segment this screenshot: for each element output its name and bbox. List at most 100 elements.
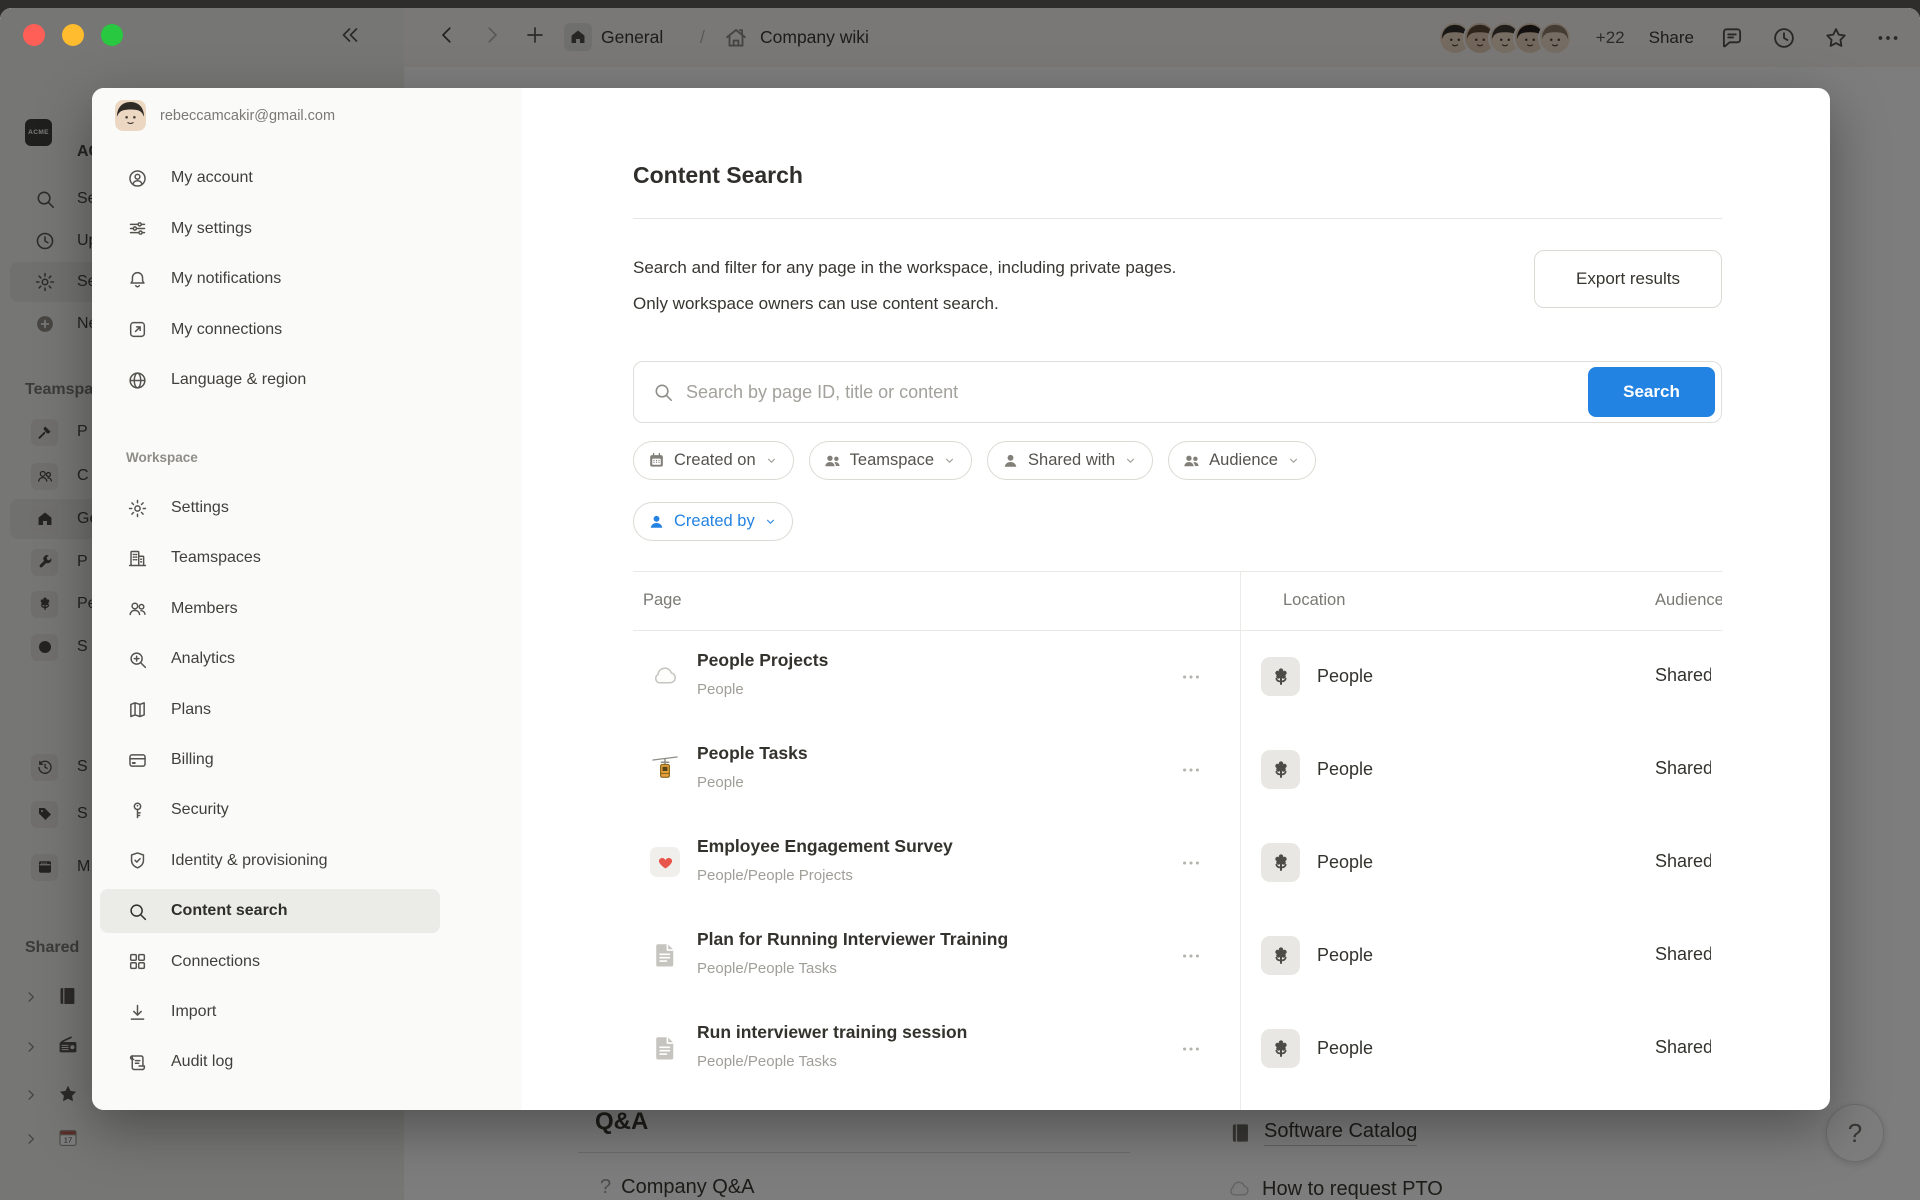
settings-nav-my-connections[interactable]: My connections bbox=[100, 308, 440, 352]
settings-nav-identity-provisioning[interactable]: Identity & provisioning bbox=[100, 839, 440, 883]
location-name: People bbox=[1317, 1038, 1373, 1059]
filter-chip-shared-with[interactable]: Shared with bbox=[987, 441, 1153, 480]
page-title[interactable]: Run interviewer training session bbox=[697, 1022, 967, 1043]
location-cell: People bbox=[1261, 936, 1373, 975]
flower-icon bbox=[1261, 936, 1300, 975]
card-icon bbox=[126, 749, 148, 771]
search-button[interactable]: Search bbox=[1588, 367, 1715, 417]
location-cell: People bbox=[1261, 1029, 1373, 1068]
chevron-down-icon bbox=[763, 514, 778, 529]
location-name: People bbox=[1317, 945, 1373, 966]
results-table: Page Location Audience People ProjectsPe… bbox=[633, 571, 1722, 1110]
row-more-options-icon[interactable] bbox=[1178, 850, 1204, 876]
settings-nav-teamspaces[interactable]: Teamspaces bbox=[100, 536, 440, 580]
search-icon bbox=[652, 381, 674, 403]
chevron-down-icon bbox=[1286, 453, 1301, 468]
calendar-fill-icon bbox=[647, 451, 666, 470]
export-results-button[interactable]: Export results bbox=[1534, 250, 1722, 308]
location-name: People bbox=[1317, 666, 1373, 687]
filter-chip-created-on[interactable]: Created on bbox=[633, 441, 794, 480]
table-row-people-projects[interactable]: People Projects People People Shared bbox=[633, 630, 1722, 723]
close-window-button[interactable] bbox=[23, 24, 45, 46]
page-icon bbox=[650, 1033, 680, 1063]
page-title[interactable]: People Tasks bbox=[697, 743, 808, 764]
external-icon bbox=[126, 319, 148, 341]
building-icon bbox=[126, 547, 148, 569]
page-title[interactable]: Plan for Running Interviewer Training bbox=[697, 929, 1008, 950]
location-name: People bbox=[1317, 852, 1373, 873]
page-path: People bbox=[697, 681, 744, 698]
table-row-plan-for-running-interviewer-training[interactable]: Plan for Running Interviewer Training Peo… bbox=[633, 909, 1722, 1002]
sliders-icon bbox=[126, 218, 148, 240]
search-input[interactable]: Search by page ID, title or content bbox=[686, 382, 1588, 403]
user-fill-icon bbox=[647, 512, 666, 531]
row-more-options-icon[interactable] bbox=[1178, 1036, 1204, 1062]
flower-icon bbox=[1261, 1029, 1300, 1068]
scroll-icon bbox=[126, 1051, 148, 1073]
settings-nav-my-notifications[interactable]: My notifications bbox=[100, 257, 440, 301]
title-divider bbox=[633, 218, 1722, 219]
chevron-down-icon bbox=[1123, 453, 1138, 468]
zoom-window-button[interactable] bbox=[101, 24, 123, 46]
user-fill-icon bbox=[1001, 451, 1020, 470]
location-cell: People bbox=[1261, 843, 1373, 882]
chevron-down-icon bbox=[942, 453, 957, 468]
account-avatar bbox=[115, 100, 146, 131]
panel-title: Content Search bbox=[633, 162, 803, 189]
workspace-section-header: Workspace bbox=[126, 450, 198, 465]
table-row-employee-engagement-survey[interactable]: Employee Engagement SurveyPeople/People … bbox=[633, 816, 1722, 909]
search-icon bbox=[126, 900, 148, 922]
settings-nav-my-settings[interactable]: My settings bbox=[100, 207, 440, 251]
settings-sidebar: rebeccamcakir@gmail.com My account My set… bbox=[92, 88, 522, 1110]
table-row-people-tasks[interactable]: People Tasks People People Shared bbox=[633, 723, 1722, 816]
content-search-bar[interactable]: Search by page ID, title or content Sear… bbox=[633, 361, 1722, 423]
account-email: rebeccamcakir@gmail.com bbox=[160, 108, 335, 124]
filter-chip-teamspace[interactable]: Teamspace bbox=[809, 441, 972, 480]
minimize-window-button[interactable] bbox=[62, 24, 84, 46]
page-title[interactable]: People Projects bbox=[697, 650, 828, 671]
page-path: People/People Tasks bbox=[697, 960, 837, 977]
table-row-run-interviewer-training-session[interactable]: Run interviewer training sessionPeople/P… bbox=[633, 1002, 1722, 1095]
page-icon bbox=[650, 940, 680, 970]
settings-nav-language-region[interactable]: Language & region bbox=[100, 358, 440, 402]
flower-icon bbox=[1261, 843, 1300, 882]
column-header-audience: Audience bbox=[1655, 591, 1722, 610]
chevron-down-icon bbox=[764, 453, 779, 468]
settings-nav-import[interactable]: Import bbox=[100, 990, 440, 1034]
location-cell: People bbox=[1261, 657, 1373, 696]
settings-nav-analytics[interactable]: Analytics bbox=[100, 637, 440, 681]
person-circle-icon bbox=[126, 167, 148, 189]
row-more-options-icon[interactable] bbox=[1178, 664, 1204, 690]
import-icon bbox=[126, 1001, 148, 1023]
shield-check-icon bbox=[126, 850, 148, 872]
settings-nav-audit-log[interactable]: Audit log bbox=[100, 1040, 440, 1084]
filter-chip-created-by[interactable]: Created by bbox=[633, 502, 793, 541]
audience-cell: Shared bbox=[1655, 665, 1711, 686]
audience-cell: Shared bbox=[1655, 758, 1711, 779]
settings-nav-my-account[interactable]: My account bbox=[100, 156, 440, 200]
settings-nav-connections[interactable]: Connections bbox=[100, 940, 440, 984]
settings-nav-security[interactable]: Security bbox=[100, 788, 440, 832]
cloud-icon bbox=[650, 661, 680, 691]
filter-chip-audience[interactable]: Audience bbox=[1168, 441, 1316, 480]
flower-icon bbox=[1261, 750, 1300, 789]
page-title[interactable]: Employee Engagement Survey bbox=[697, 836, 953, 857]
audience-cell: Shared bbox=[1655, 851, 1711, 872]
location-cell: People bbox=[1261, 750, 1373, 789]
settings-nav-content-search[interactable]: Content search bbox=[100, 889, 440, 933]
flower-icon bbox=[1261, 657, 1300, 696]
bell-icon bbox=[126, 268, 148, 290]
settings-nav-settings[interactable]: Settings bbox=[100, 486, 440, 530]
settings-modal: rebeccamcakir@gmail.com My account My set… bbox=[92, 88, 1830, 1110]
audience-cell: Shared bbox=[1655, 944, 1711, 965]
notion-window: General / Company wiki +22 Share ACMEACM… bbox=[0, 8, 1920, 1200]
settings-nav-plans[interactable]: Plans bbox=[100, 688, 440, 732]
users-icon bbox=[126, 598, 148, 620]
row-more-options-icon[interactable] bbox=[1178, 757, 1204, 783]
page-path: People bbox=[697, 774, 744, 791]
settings-nav-members[interactable]: Members bbox=[100, 587, 440, 631]
row-more-options-icon[interactable] bbox=[1178, 943, 1204, 969]
grid-icon bbox=[126, 951, 148, 973]
settings-nav-billing[interactable]: Billing bbox=[100, 738, 440, 782]
active-filter-row: Created by bbox=[633, 502, 793, 541]
